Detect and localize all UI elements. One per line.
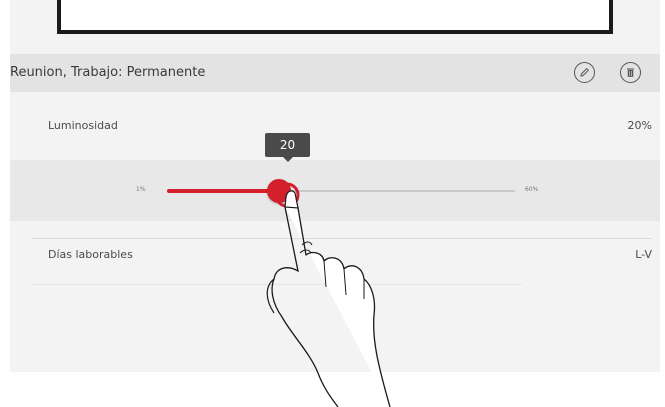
schedule-header: Reunion, Trabajo: Permanente xyxy=(10,54,660,92)
slider-max-label: 60% xyxy=(525,186,539,193)
slider-value-tooltip: 20 xyxy=(265,133,310,162)
brightness-value: 20% xyxy=(627,119,652,132)
slider-min-label: 1% xyxy=(136,186,146,193)
workdays-value[interactable]: L-V xyxy=(635,248,652,261)
delete-button[interactable] xyxy=(620,62,641,83)
brightness-label: Luminosidad xyxy=(48,119,118,132)
tooltip-value: 20 xyxy=(279,138,296,152)
schedule-title: Reunion, Trabajo: Permanente xyxy=(10,65,206,80)
pencil-icon xyxy=(580,68,589,77)
tooltip-arrow xyxy=(283,157,293,162)
pointing-hand-icon xyxy=(266,182,391,407)
workdays-label: Días laborables xyxy=(48,248,133,261)
edit-button[interactable] xyxy=(574,62,595,83)
trash-icon xyxy=(627,68,634,77)
schedule-preview xyxy=(57,0,613,34)
